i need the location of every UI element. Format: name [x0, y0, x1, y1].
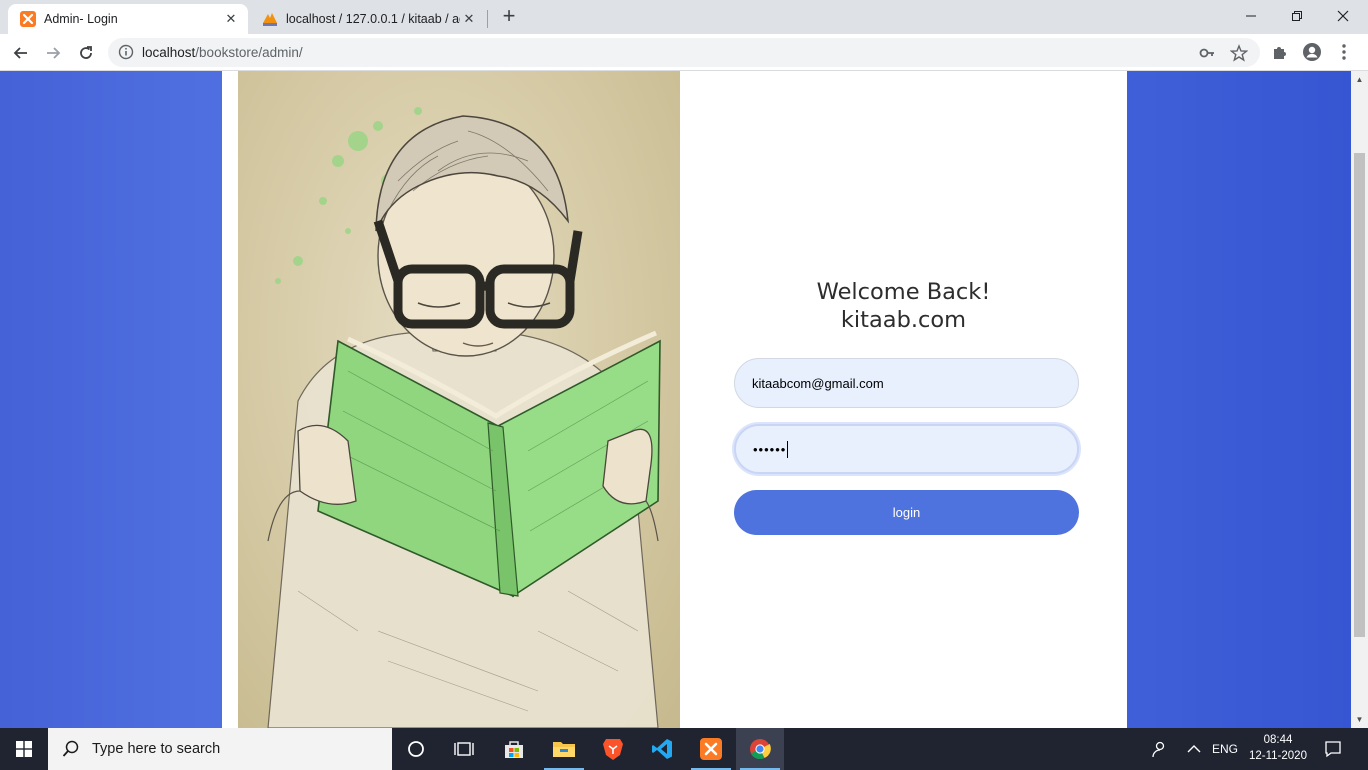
- tab-phpmyadmin[interactable]: localhost / 127.0.0.1 / kitaab / adm ✕: [250, 4, 486, 34]
- email-value: kitaabcom@gmail.com: [752, 375, 884, 391]
- brave-app[interactable]: [589, 728, 637, 770]
- vscode-app[interactable]: [638, 728, 686, 770]
- new-tab-button[interactable]: +: [498, 5, 520, 28]
- text-caret: [787, 440, 789, 458]
- task-view-icon: [454, 742, 474, 756]
- clock-time: 08:44: [1263, 734, 1293, 746]
- restore-icon: [1292, 11, 1302, 22]
- xampp-app[interactable]: [687, 728, 735, 770]
- cortana-icon: [408, 741, 424, 757]
- extensions-icon[interactable]: [1270, 42, 1290, 62]
- action-center-button[interactable]: [1324, 728, 1342, 770]
- site-name-heading: kitaab.com: [840, 307, 967, 333]
- scroll-down-arrow[interactable]: ▼: [1351, 711, 1368, 728]
- url-path: /bookstore/admin/: [195, 45, 303, 60]
- search-placeholder: Type here to search: [92, 741, 221, 757]
- profile-icon[interactable]: [1302, 42, 1322, 62]
- arrow-right-icon: [47, 47, 61, 59]
- taskbar-search-box[interactable]: Type here to search: [48, 728, 392, 770]
- scrollbar-thumb[interactable]: [1354, 153, 1365, 637]
- arrow-left-icon: [13, 47, 27, 59]
- login-button[interactable]: login: [734, 490, 1079, 535]
- xampp-icon: [700, 738, 722, 760]
- tab-strip: Admin- Login ✕ localhost / 127.0.0.1 / k…: [0, 0, 1368, 34]
- cortana-button[interactable]: [392, 728, 440, 770]
- phpmyadmin-icon: [263, 13, 277, 26]
- tab-admin-login[interactable]: Admin- Login ✕: [8, 4, 248, 34]
- language-indicator[interactable]: ENG: [1212, 728, 1238, 770]
- vscode-icon: [652, 739, 672, 759]
- people-icon: [1152, 741, 1165, 758]
- boy-reading-book-image: [267, 107, 661, 728]
- clock-date: 12-11-2020: [1249, 750, 1307, 762]
- address-bar[interactable]: localhost/bookstore/admin/: [108, 38, 1260, 67]
- search-icon: [62, 740, 79, 757]
- menu-dots-icon[interactable]: [1334, 42, 1354, 62]
- reading-child-illustration: [238, 71, 680, 728]
- chrome-icon: [750, 739, 771, 760]
- star-icon[interactable]: [1230, 44, 1248, 62]
- task-view-button[interactable]: [440, 728, 488, 770]
- store-app[interactable]: [490, 728, 538, 770]
- close-tab-icon[interactable]: ✕: [460, 10, 478, 28]
- restore-button[interactable]: [1274, 0, 1320, 30]
- page-scrollbar[interactable]: ▲ ▼: [1351, 71, 1368, 728]
- windows-logo-icon: [16, 741, 32, 757]
- minimize-icon: [1246, 15, 1256, 17]
- people-button[interactable]: [1150, 728, 1168, 770]
- browser-toolbar: localhost/bookstore/admin/: [0, 34, 1368, 71]
- chevron-up-icon: [1187, 745, 1201, 753]
- info-icon[interactable]: [118, 44, 134, 60]
- folder-icon: [553, 742, 575, 757]
- tab-title: Admin- Login: [44, 12, 118, 26]
- tab-title: localhost / 127.0.0.1 / kitaab / adm: [286, 12, 460, 26]
- microsoft-store-icon: [505, 741, 523, 758]
- password-mask: ••••••: [753, 441, 787, 457]
- login-panel: Welcome Back! kitaab.com kitaabcom@gmail…: [680, 71, 1127, 728]
- start-button[interactable]: [0, 728, 48, 770]
- brave-lion-icon: [603, 739, 623, 760]
- password-input[interactable]: ••••••: [734, 424, 1079, 474]
- close-window-button[interactable]: [1320, 0, 1366, 30]
- show-hidden-icons-button[interactable]: [1187, 728, 1201, 770]
- reload-button[interactable]: [73, 40, 99, 66]
- close-tab-icon[interactable]: ✕: [222, 10, 240, 28]
- xampp-icon: [20, 11, 36, 27]
- taskbar-clock[interactable]: 08:44 12-11-2020: [1248, 732, 1308, 764]
- login-card: Welcome Back! kitaab.com kitaabcom@gmail…: [222, 71, 1127, 728]
- minimize-button[interactable]: [1228, 0, 1274, 30]
- close-icon: [1337, 10, 1349, 22]
- key-icon[interactable]: [1198, 44, 1216, 62]
- file-explorer-app[interactable]: [540, 728, 588, 770]
- url-text[interactable]: localhost/bookstore/admin/: [142, 45, 303, 60]
- tab-separator: [487, 10, 488, 28]
- notification-icon: [1325, 741, 1341, 758]
- welcome-heading: Welcome Back!: [816, 279, 991, 305]
- scroll-up-arrow[interactable]: ▲: [1351, 71, 1368, 88]
- back-button[interactable]: [8, 40, 34, 66]
- windows-taskbar: Type here to search ENG 08:44 12-11-2020: [0, 728, 1368, 770]
- email-input[interactable]: kitaabcom@gmail.com: [734, 358, 1079, 408]
- forward-button[interactable]: [40, 40, 66, 66]
- page-viewport: Welcome Back! kitaab.com kitaabcom@gmail…: [0, 71, 1351, 728]
- chrome-app[interactable]: [736, 728, 784, 770]
- url-host: localhost: [142, 45, 196, 60]
- reload-icon: [80, 46, 92, 59]
